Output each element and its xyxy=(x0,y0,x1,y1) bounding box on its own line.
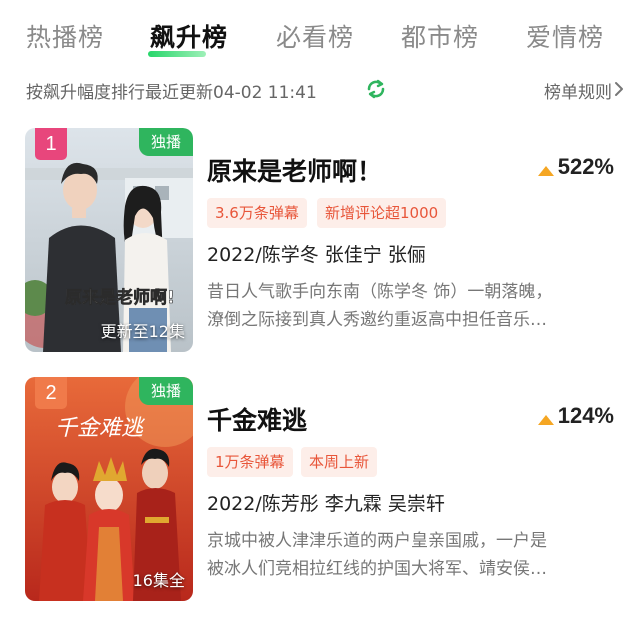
tab-must-watch[interactable]: 必看榜 xyxy=(276,18,354,54)
poster-image[interactable]: 原来是老师啊! 1 独播 更新至12集 xyxy=(25,128,193,352)
sort-update-text: 按飙升幅度排行最近更新04-02 11:41 xyxy=(26,83,317,103)
poster-logo: 千金难逃 xyxy=(55,416,146,441)
ranking-rules-link[interactable]: 榜单规则 xyxy=(544,78,612,103)
rank-badge: 2 xyxy=(35,377,67,409)
poster-logo: 原来是老师啊! xyxy=(65,287,175,308)
triangle-up-icon xyxy=(538,415,554,425)
episode-status: 更新至12集 xyxy=(100,322,185,341)
rise-percentage: 124% xyxy=(557,403,614,428)
tab-urban[interactable]: 都市榜 xyxy=(401,18,479,54)
chevron-right-icon[interactable] xyxy=(614,81,624,97)
rise-percentage: 522% xyxy=(557,154,614,179)
year-cast: 2022/陈芳彤 李九霖 吴崇轩 xyxy=(207,493,445,515)
show-title[interactable]: 原来是老师啊！ xyxy=(207,152,382,188)
rank-badge: 1 xyxy=(35,128,67,160)
ranking-item[interactable]: 原来是老师啊! 1 独播 更新至12集 原来是老师啊！ 522% 3.6万条弹幕… xyxy=(0,128,640,358)
ranking-item[interactable]: 千金难逃 2 独播 16集全 千金难逃 124% 1万条弹幕 本周上新 2022… xyxy=(0,377,640,607)
tab-hot[interactable]: 热播榜 xyxy=(26,18,104,54)
tab-rising[interactable]: 飙升榜 xyxy=(150,18,228,54)
episode-status: 16集全 xyxy=(132,571,185,590)
active-tab-indicator xyxy=(148,51,206,57)
sort-info-bar: 按飙升幅度排行最近更新04-02 11:41 榜单规则 xyxy=(0,76,640,106)
tag-highlight: 本周上新 xyxy=(301,447,378,477)
ranking-tabs: 热播榜 飙升榜 必看榜 都市榜 爱情榜 xyxy=(0,0,640,72)
year-cast: 2022/陈学冬 张佳宁 张俪 xyxy=(207,244,426,266)
exclusive-badge: 独播 xyxy=(139,377,193,405)
tag-danmaku: 3.6万条弹幕 xyxy=(207,198,307,228)
refresh-icon[interactable] xyxy=(365,78,387,100)
description-line: 被冰人们竞相拉红线的护国大将军、靖安侯… xyxy=(207,559,547,579)
poster-image[interactable]: 千金难逃 2 独播 16集全 xyxy=(25,377,193,601)
description-line: 潦倒之际接到真人秀邀约重返高中担任音乐… xyxy=(207,310,547,330)
tag-danmaku: 1万条弹幕 xyxy=(207,447,293,477)
exclusive-badge: 独播 xyxy=(139,128,193,156)
show-description: 昔日人气歌手向东南（陈学冬 饰）一朝落魄， 潦倒之际接到真人秀邀约重返高中担任音… xyxy=(207,278,617,334)
show-title[interactable]: 千金难逃 xyxy=(207,401,307,437)
tab-romance[interactable]: 爱情榜 xyxy=(526,18,604,54)
description-line: 京城中被人津津乐道的两户皇亲国戚，一户是 xyxy=(207,531,547,551)
triangle-up-icon xyxy=(538,166,554,176)
description-line: 昔日人气歌手向东南（陈学冬 饰）一朝落魄， xyxy=(207,282,553,302)
tag-highlight: 新增评论超1000 xyxy=(317,198,447,228)
show-description: 京城中被人津津乐道的两户皇亲国戚，一户是 被冰人们竞相拉红线的护国大将军、靖安侯… xyxy=(207,527,617,583)
